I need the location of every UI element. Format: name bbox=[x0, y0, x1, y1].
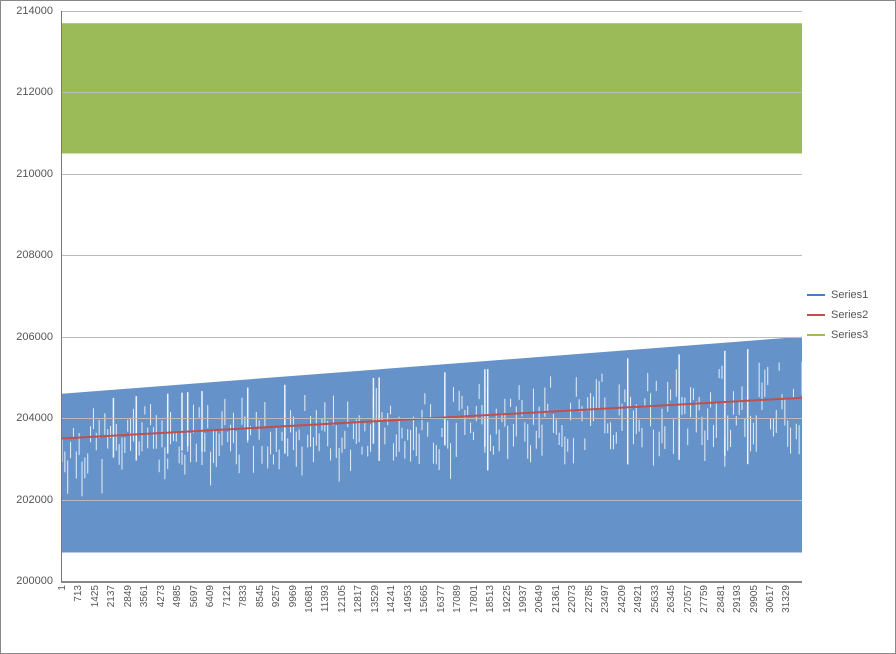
x-tick-label: 21361 bbox=[551, 585, 562, 613]
y-tick-label: 208000 bbox=[16, 249, 53, 261]
x-tick-label: 11393 bbox=[320, 585, 331, 612]
series3-band bbox=[62, 23, 802, 153]
x-tick-label: 20649 bbox=[534, 585, 545, 613]
legend-label: Series2 bbox=[831, 309, 868, 321]
y-tick-label: 202000 bbox=[16, 494, 53, 506]
x-tick-label: 8545 bbox=[255, 585, 266, 607]
grid-line bbox=[62, 92, 802, 93]
x-tick-label: 10681 bbox=[304, 585, 315, 613]
x-tick-label: 24921 bbox=[633, 585, 644, 613]
x-tick-label: 5697 bbox=[189, 585, 200, 607]
x-tick-label: 4985 bbox=[172, 585, 183, 607]
x-tick-label: 12105 bbox=[337, 585, 348, 613]
grid-line bbox=[62, 337, 802, 338]
x-tick-label: 27057 bbox=[683, 585, 694, 613]
x-tick-label: 24209 bbox=[617, 585, 628, 613]
x-tick-label: 7121 bbox=[222, 585, 233, 607]
x-tick-label: 30617 bbox=[765, 585, 776, 613]
x-tick-label: 9969 bbox=[288, 585, 299, 607]
legend-label: Series3 bbox=[831, 329, 868, 341]
grid-line bbox=[62, 418, 802, 419]
x-tick-label: 17801 bbox=[469, 585, 480, 613]
x-tick-label: 22073 bbox=[567, 585, 578, 613]
legend-label: Series1 bbox=[831, 289, 868, 301]
x-tick-label: 13529 bbox=[370, 585, 381, 613]
y-axis: 2000002020002040002060002080002100002120… bbox=[1, 11, 57, 581]
legend-swatch bbox=[807, 314, 825, 316]
x-tick-label: 31329 bbox=[781, 585, 792, 613]
grid-line bbox=[62, 174, 802, 175]
x-tick-label: 17089 bbox=[452, 585, 463, 613]
plot-area bbox=[61, 11, 802, 583]
x-tick-label: 26345 bbox=[666, 585, 677, 613]
x-tick-label: 19225 bbox=[502, 585, 513, 613]
legend-swatch bbox=[807, 294, 825, 296]
x-tick-label: 25633 bbox=[650, 585, 661, 613]
y-tick-label: 214000 bbox=[16, 5, 53, 17]
y-tick-label: 210000 bbox=[16, 168, 53, 180]
y-tick-label: 200000 bbox=[16, 575, 53, 587]
x-tick-label: 29905 bbox=[749, 585, 760, 613]
x-tick-label: 16377 bbox=[436, 585, 447, 613]
x-tick-label: 3561 bbox=[139, 585, 150, 607]
legend-item: Series3 bbox=[807, 329, 891, 341]
x-tick-label: 2137 bbox=[106, 585, 117, 607]
x-tick-label: 12817 bbox=[353, 585, 364, 613]
x-tick-label: 22785 bbox=[584, 585, 595, 613]
x-tick-label: 4273 bbox=[156, 585, 167, 607]
legend-swatch bbox=[807, 334, 825, 336]
grid-line bbox=[62, 255, 802, 256]
x-axis: 1713142521372849356142734985569764097121… bbox=[61, 581, 801, 653]
chart-container: 200000 202000 204000 206000 208000 210000 2120… bbox=[0, 0, 896, 654]
x-tick-label: 2849 bbox=[123, 585, 134, 607]
x-tick-label: 713 bbox=[73, 585, 84, 602]
legend-item: Series1 bbox=[807, 289, 891, 301]
x-tick-label: 14953 bbox=[403, 585, 414, 613]
plot-svg bbox=[62, 11, 802, 581]
x-tick-label: 27759 bbox=[699, 585, 710, 613]
x-tick-label: 14241 bbox=[386, 585, 397, 613]
x-tick-label: 1425 bbox=[90, 585, 101, 607]
x-tick-label: 6409 bbox=[205, 585, 216, 607]
legend-item: Series2 bbox=[807, 309, 891, 321]
x-tick-label: 7833 bbox=[238, 585, 249, 607]
series1-fill bbox=[62, 337, 802, 553]
x-tick-label: 28481 bbox=[716, 585, 727, 613]
x-tick-label: 15665 bbox=[419, 585, 430, 613]
x-tick-label: 9257 bbox=[271, 585, 282, 607]
y-tick-label: 212000 bbox=[16, 86, 53, 98]
grid-line bbox=[62, 500, 802, 501]
x-tick-label: 19937 bbox=[518, 585, 529, 613]
legend: Series1 Series2 Series3 bbox=[807, 281, 891, 349]
grid-line bbox=[62, 11, 802, 12]
y-tick-label: 206000 bbox=[16, 331, 53, 343]
x-tick-label: 23497 bbox=[600, 585, 611, 613]
y-tick-label: 204000 bbox=[16, 412, 53, 424]
x-tick-label: 18513 bbox=[485, 585, 496, 613]
x-tick-label: 1 bbox=[57, 585, 68, 591]
x-tick-label: 29193 bbox=[732, 585, 743, 613]
